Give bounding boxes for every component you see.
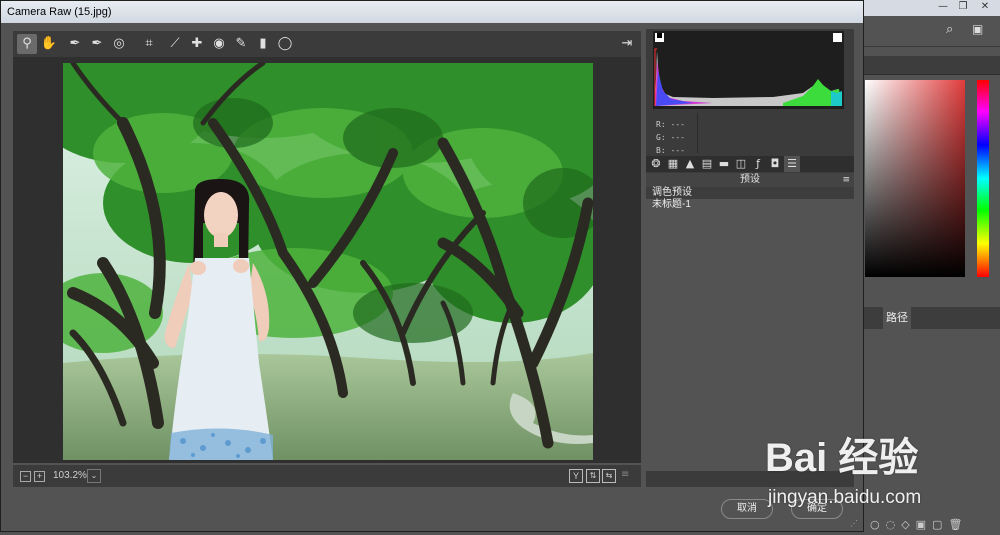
forest-photo-image [63, 63, 593, 460]
camera-raw-dialog: Camera Raw (15.jpg) ⚲ ✋ ✒ ✒ ◎ ⌗ ⟋ ✚ ◉ ✎ … [0, 0, 864, 532]
presets-header: 预设 ≡ [646, 173, 854, 187]
red-eye-tool-icon[interactable]: ◉ [209, 34, 229, 54]
minimize-button[interactable]: — [934, 1, 952, 13]
r-value: --- [670, 120, 685, 129]
hand-tool-icon[interactable]: ✋ [39, 34, 59, 54]
histogram [653, 31, 844, 109]
hue-slider[interactable] [977, 80, 989, 277]
before-after-toggle-button[interactable]: Y [569, 469, 583, 483]
restore-button[interactable]: ❐ [954, 1, 972, 13]
swap-before-after-button[interactable]: ⇅ [586, 469, 600, 483]
graduated-filter-tool-icon[interactable]: ▮ [253, 34, 273, 54]
readout-divider [697, 113, 698, 153]
tab-lens-corrections-icon[interactable]: ◫ [733, 156, 749, 172]
radial-filter-tool-icon[interactable]: ◯ [275, 34, 295, 54]
baidu-jingyan-watermark: Bai 经验 jingyan.baidu.com [765, 425, 995, 515]
dialog-title: Camera Raw (15.jpg) [1, 1, 863, 23]
highlight-clipping-warning-icon[interactable] [833, 33, 842, 42]
b-value: --- [670, 146, 685, 155]
zoom-dropdown[interactable]: ⌄ [87, 469, 101, 483]
tab-effects-icon[interactable]: ƒ [750, 156, 766, 172]
paths-panel-buttons: ○◌◇▣▢🗑 [870, 518, 969, 531]
r-label: R: [656, 120, 666, 129]
targeted-adjustment-tool-icon[interactable]: ◎ [109, 34, 129, 54]
zoom-level: 103.2% [53, 470, 87, 481]
presets-menu-icon[interactable]: ≡ [842, 173, 850, 187]
preset-folder[interactable]: 调色预设 [646, 187, 854, 199]
b-label: B: [656, 146, 666, 155]
zoom-out-button[interactable]: − [20, 471, 31, 482]
white-balance-tool-icon[interactable]: ✒ [65, 34, 85, 54]
tab-tone-curve-icon[interactable]: ▦ [665, 156, 681, 172]
close-button[interactable]: ✕ [976, 1, 994, 13]
copy-settings-button[interactable]: ⇆ [602, 469, 616, 483]
watermark-logo: Bai 经验 [765, 436, 919, 480]
open-preferences-icon[interactable]: ⇥ [617, 34, 637, 54]
color-picker-field[interactable] [865, 80, 965, 277]
search-icon[interactable]: ⌕ [946, 22, 953, 37]
preview-photo [63, 63, 593, 460]
watermark-url: jingyan.baidu.com [768, 487, 922, 508]
camera-raw-toolbar: ⚲ ✋ ✒ ✒ ◎ ⌗ ⟋ ✚ ◉ ✎ ▮ ◯ ⇥ [13, 31, 641, 57]
zoom-tool-icon[interactable]: ⚲ [17, 34, 37, 54]
workspace-icon[interactable]: ▣ [972, 22, 983, 36]
tab-camera-calibration-icon[interactable]: ◘ [767, 156, 783, 172]
spot-removal-tool-icon[interactable]: ✚ [187, 34, 207, 54]
resize-grip-icon[interactable]: ⋰ [850, 519, 858, 528]
tab-split-toning-icon[interactable]: ▬ [716, 156, 732, 172]
zoom-in-button[interactable]: + [34, 471, 45, 482]
tab-presets-icon[interactable]: ☰ [784, 156, 800, 172]
tab-hsl-icon[interactable]: ▤ [699, 156, 715, 172]
tab-detail-icon[interactable]: ▲ [682, 156, 698, 172]
preview-statusbar: − + 103.2% ⌄ Y ⇅ ⇆ ≡ [13, 465, 641, 487]
photoshop-options-bar: ⌕ ▣ [862, 16, 1000, 47]
crop-tool-icon[interactable]: ⌗ [139, 34, 159, 54]
rgb-readout: R: --- G: --- B: --- [646, 113, 696, 155]
g-label: G: [656, 133, 666, 142]
preset-item[interactable]: 未标题-1 [646, 199, 854, 211]
color-panel-header [862, 56, 1000, 75]
tab-paths[interactable]: 路径 [883, 307, 911, 329]
adjustment-brush-tool-icon[interactable]: ✎ [231, 34, 251, 54]
tab-basic-icon[interactable]: ❂ [648, 156, 664, 172]
panel-tabs: ❂ ▦ ▲ ▤ ▬ ◫ ƒ ◘ ☰ [646, 156, 854, 172]
color-sampler-tool-icon[interactable]: ✒ [87, 34, 107, 54]
presets-title: 预设 [740, 174, 760, 185]
g-value: --- [670, 133, 685, 142]
toggle-settings-icon[interactable]: ≡ [621, 469, 629, 480]
photoshop-titlebar: — ❐ ✕ [860, 0, 1000, 16]
straighten-tool-icon[interactable]: ⟋ [165, 34, 185, 54]
